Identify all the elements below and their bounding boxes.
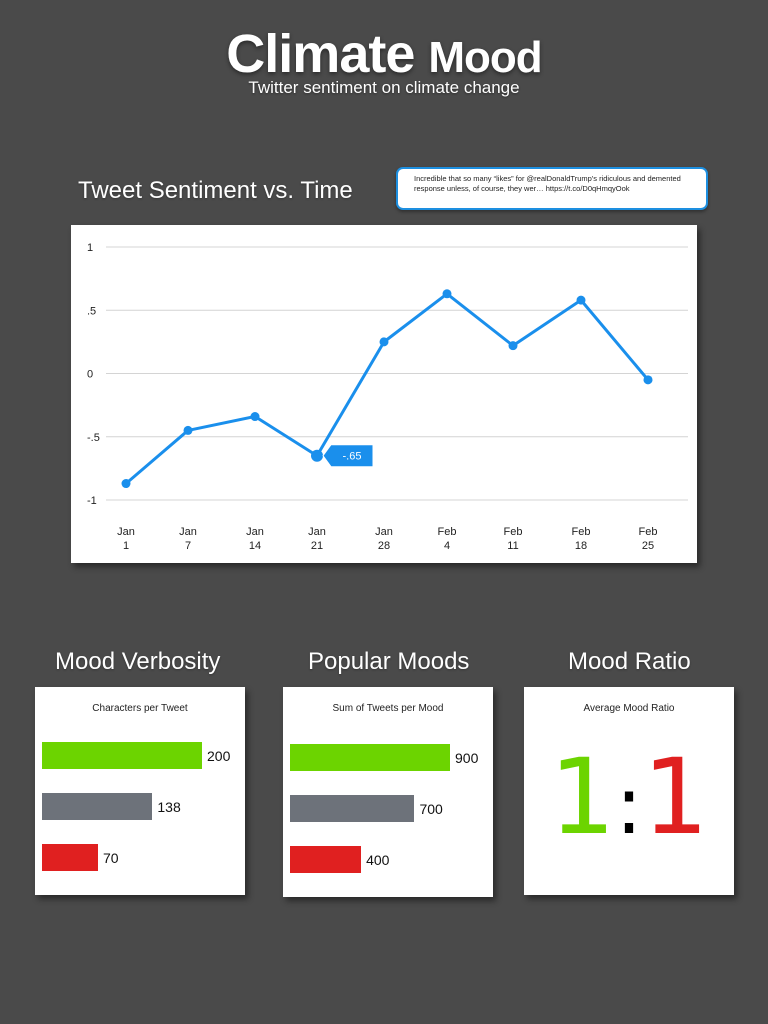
y-tick-label: 0 [87, 369, 93, 381]
ratio-caption: Average Mood Ratio [583, 703, 675, 714]
ratio-positive: 1 [549, 736, 616, 858]
data-point [183, 425, 193, 435]
bar [42, 793, 153, 820]
data-point [643, 375, 653, 385]
bar [42, 742, 202, 769]
data-point [379, 337, 389, 347]
x-tick-label: Feb 18 [572, 526, 591, 552]
x-tick-label: Jan 28 [375, 526, 393, 552]
verbosity-panel: Characters per Tweet 200 138 70 [35, 687, 245, 895]
bar [290, 795, 415, 822]
line-chart-title: Tweet Sentiment vs. Time [78, 177, 353, 204]
bar-value-label: 400 [366, 851, 390, 868]
popular-title: Popular Moods [308, 648, 470, 675]
x-tick-label: Jan 14 [246, 526, 264, 552]
title-main: Climate [226, 24, 415, 84]
data-point [250, 412, 260, 422]
x-tick-label: Feb 11 [504, 526, 523, 552]
sentiment-series-line [125, 292, 650, 485]
x-tick-label: Feb 25 [639, 526, 658, 552]
bar-value-label: 70 [103, 849, 119, 866]
ratio-title: Mood Ratio [568, 648, 691, 675]
y-tick-label: 1 [87, 242, 93, 254]
x-tick-label: Feb 4 [438, 526, 457, 552]
tweet-bubble[interactable]: Incredible that so many “likes” for @rea… [396, 167, 708, 210]
bar-value-label: 200 [207, 747, 231, 764]
data-point [442, 289, 452, 299]
x-tick-label: Jan 1 [117, 526, 135, 552]
data-point [576, 295, 586, 305]
bar [42, 844, 98, 871]
y-tick-label: -1 [87, 495, 97, 507]
bar-value-label: 700 [419, 800, 443, 817]
bar [290, 744, 450, 771]
data-point [311, 449, 323, 462]
bar-value-label: 138 [157, 798, 181, 815]
y-tick-label: .5 [87, 305, 96, 317]
x-tick-label: Jan 21 [308, 526, 326, 552]
bar-value-label: 900 [455, 749, 479, 766]
mood-ratio-value: 1:1 [524, 745, 734, 858]
verbosity-caption: Characters per Tweet [92, 703, 188, 714]
ratio-separator: : [615, 759, 643, 852]
sentiment-line-chart: 1 .5 0 -.5 -1 Jan 1 Jan 7 Jan 14 Jan 21 Jan 28 Feb 4 Feb 1… [87, 242, 688, 552]
data-point [508, 341, 518, 351]
x-tick-label: Jan 7 [179, 526, 197, 552]
verbosity-title: Mood Verbosity [55, 648, 221, 675]
ratio-negative: 1 [642, 736, 709, 858]
data-point [121, 479, 131, 489]
page-subtitle: Twitter sentiment on climate change [248, 78, 520, 97]
title-small: Mood [428, 33, 542, 82]
sentiment-chart-panel: 1 .5 0 -.5 -1 Jan 1 Jan 7 Jan 14 Jan 21 Jan 28 Feb 4 Feb 1… [71, 225, 697, 563]
popular-panel: Sum of Tweets per Mood 900 700 400 [283, 687, 493, 897]
y-tick-label: -.5 [87, 432, 100, 444]
bar [290, 846, 362, 873]
ratio-panel: Average Mood Ratio 1:1 [524, 687, 734, 895]
highlight-label: -.65 [343, 451, 362, 463]
popular-caption: Sum of Tweets per Mood [332, 703, 444, 714]
